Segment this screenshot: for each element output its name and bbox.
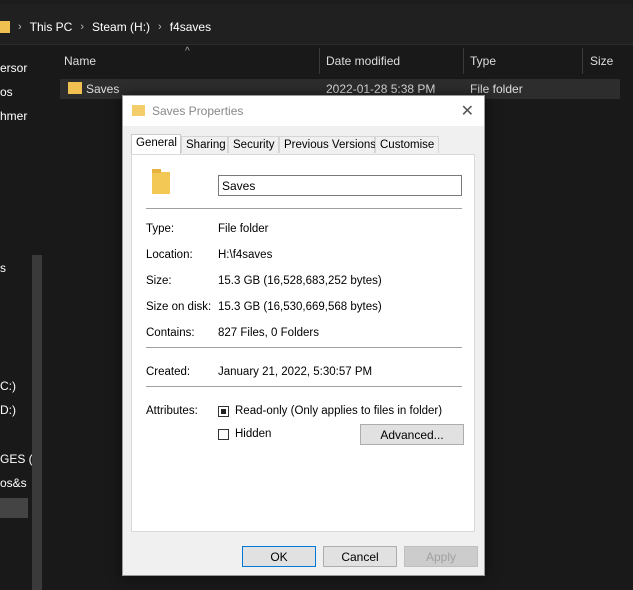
sidebar-item[interactable]: ersor [0, 61, 27, 75]
column-divider[interactable] [582, 48, 583, 74]
contains-value: 827 Files, 0 Folders [218, 327, 319, 339]
column-size[interactable]: Size [590, 54, 613, 68]
column-type[interactable]: Type [470, 54, 496, 68]
chevron-right-icon: › [80, 21, 85, 33]
top-strip [0, 0, 633, 4]
size-on-disk-value: 15.3 GB (16,530,669,568 bytes) [218, 301, 382, 313]
row-date: 2022-01-28 5:38 PM [326, 82, 436, 96]
folder-icon [0, 21, 10, 33]
breadcrumb: › This PC › Steam (H:) › f4saves [0, 18, 211, 36]
contains-label: Contains: [146, 327, 195, 339]
column-date-modified[interactable]: Date modified [326, 54, 400, 68]
breadcrumb-this-pc[interactable]: This PC [30, 20, 73, 34]
name-input[interactable]: Saves [218, 175, 462, 196]
general-panel: Saves Type: File folder Location: H:\f4s… [131, 154, 475, 532]
sort-ascending-icon: ^ [185, 46, 190, 57]
sidebar-item[interactable]: os [0, 85, 13, 99]
dialog-titlebar[interactable]: Saves Properties ✕ [123, 96, 484, 126]
divider [146, 386, 462, 387]
size-label: Size: [146, 275, 172, 287]
sidebar-item[interactable]: os&s [0, 476, 27, 490]
sidebar-scrollbar[interactable] [32, 255, 42, 590]
tab-sharing[interactable]: Sharing [181, 136, 228, 153]
tab-security[interactable]: Security [228, 136, 279, 153]
advanced-button[interactable]: Advanced... [360, 424, 464, 445]
sidebar-selected-item[interactable] [0, 498, 28, 518]
chevron-right-icon: › [158, 21, 162, 33]
column-name[interactable]: Name [64, 54, 96, 68]
cancel-button[interactable]: Cancel [323, 546, 397, 567]
sidebar-item[interactable]: D:) [0, 403, 16, 417]
folder-icon [152, 169, 170, 194]
location-value: H:\f4saves [218, 249, 273, 261]
sidebar-item[interactable]: s [0, 261, 6, 275]
location-label: Location: [146, 249, 193, 261]
created-label: Created: [146, 366, 191, 378]
breadcrumb-steam[interactable]: Steam (H:) [92, 20, 150, 34]
readonly-checkbox[interactable] [218, 406, 229, 417]
column-divider[interactable] [463, 48, 464, 74]
created-value: January 21, 2022, 5:30:57 PM [218, 366, 373, 378]
address-bar[interactable]: › This PC › Steam (H:) › f4saves [0, 0, 633, 45]
readonly-label[interactable]: Read-only (Only applies to files in fold… [235, 405, 442, 417]
close-icon[interactable]: ✕ [461, 101, 474, 121]
column-divider[interactable] [319, 48, 320, 74]
size-value: 15.3 GB (16,528,683,252 bytes) [218, 275, 382, 287]
size-on-disk-label: Size on disk: [146, 301, 212, 313]
ok-button[interactable]: OK [242, 546, 316, 567]
row-name: Saves [86, 82, 120, 96]
column-header: ^ Name Date modified Type Size [44, 46, 633, 76]
apply-button[interactable]: Apply [404, 546, 478, 567]
sidebar-item[interactable]: C:) [0, 379, 16, 393]
tab-previous-versions[interactable]: Previous Versions [279, 136, 376, 153]
dialog-title: Saves Properties [152, 104, 244, 118]
tab-general[interactable]: General [131, 134, 181, 154]
properties-dialog: Saves Properties ✕ General Sharing Secur… [122, 95, 485, 576]
tab-customise[interactable]: Customise [375, 136, 439, 153]
type-value: File folder [218, 223, 269, 235]
breadcrumb-f4saves[interactable]: f4saves [170, 20, 211, 34]
attributes-label: Attributes: [146, 405, 198, 417]
sidebar-item[interactable]: hmer [0, 109, 27, 123]
chevron-right-icon: › [18, 21, 22, 33]
folder-icon [68, 82, 82, 94]
divider [146, 208, 462, 209]
row-type: File folder [470, 82, 523, 96]
divider [146, 347, 462, 348]
hidden-label[interactable]: Hidden [235, 428, 271, 440]
hidden-checkbox[interactable] [218, 429, 229, 440]
folder-icon [132, 105, 145, 116]
type-label: Type: [146, 223, 175, 235]
